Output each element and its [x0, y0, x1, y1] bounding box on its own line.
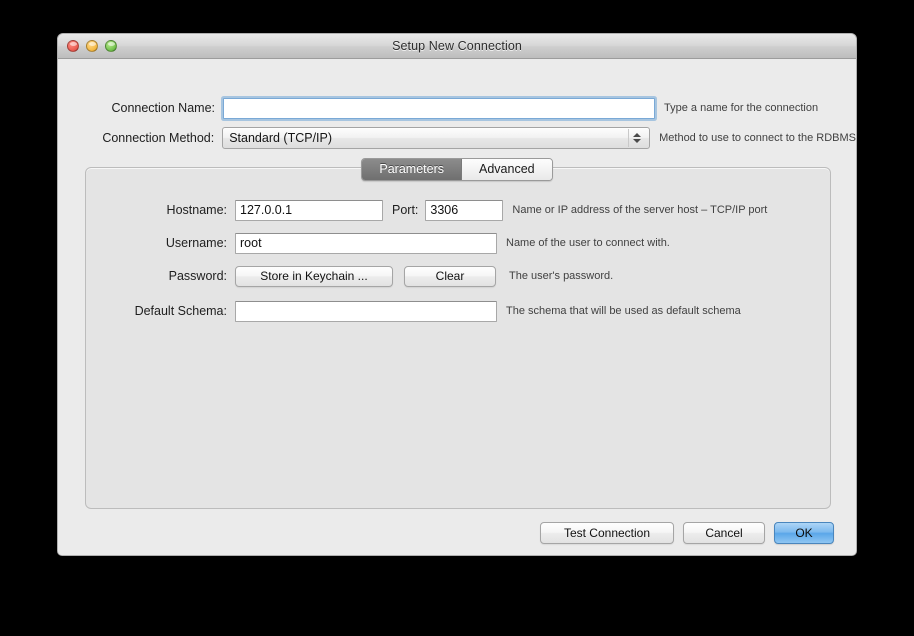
port-label: Port: [392, 203, 419, 217]
connection-name-input[interactable] [223, 97, 655, 119]
window-controls [67, 40, 117, 52]
default-schema-row: Default Schema: The schema that will be … [86, 300, 830, 322]
dialog-body: Connection Name: Type a name for the con… [58, 59, 856, 555]
parameters-panel: Hostname: Port: Name or IP address of th… [85, 167, 831, 509]
zoom-button[interactable] [105, 40, 117, 52]
minimize-button[interactable] [86, 40, 98, 52]
default-schema-label: Default Schema: [134, 304, 227, 318]
hostname-label: Hostname: [166, 203, 227, 217]
cancel-button[interactable]: Cancel [683, 522, 765, 544]
connection-name-label: Connection Name: [111, 101, 215, 115]
default-schema-input[interactable] [235, 300, 497, 322]
port-input[interactable] [425, 199, 504, 221]
hostname-input[interactable] [235, 199, 383, 221]
username-label: Username: [165, 236, 227, 250]
tab-advanced[interactable]: Advanced [462, 159, 552, 180]
hostname-hint: Name or IP address of the server host – … [512, 204, 768, 216]
password-hint: The user's password. [509, 270, 614, 282]
store-in-keychain-button[interactable]: Store in Keychain ... [235, 265, 393, 287]
connection-method-hint: Method to use to connect to the RDBMS [659, 132, 856, 144]
test-connection-button[interactable]: Test Connection [540, 522, 674, 544]
close-button[interactable] [67, 40, 79, 52]
setup-new-connection-dialog: Setup New Connection Connection Name: Ty… [57, 33, 857, 556]
tab-bar: Parameters Advanced [58, 158, 856, 181]
tab-parameters[interactable]: Parameters [362, 159, 462, 180]
username-hint: Name of the user to connect with. [506, 237, 670, 249]
connection-method-label: Connection Method: [102, 131, 215, 145]
username-input[interactable] [235, 232, 497, 254]
window-titlebar[interactable]: Setup New Connection [58, 34, 856, 59]
password-row: Password: Store in Keychain ... Clear Th… [86, 265, 830, 287]
clear-password-button[interactable]: Clear [404, 265, 496, 287]
window-title: Setup New Connection [392, 39, 522, 53]
connection-name-hint: Type a name for the connection [664, 102, 819, 114]
connection-method-value: Standard (TCP/IP) [229, 131, 333, 145]
chevron-updown-icon [628, 129, 645, 147]
default-schema-hint: The schema that will be used as default … [506, 305, 741, 317]
connection-method-row: Connection Method: Standard (TCP/IP) Met… [58, 127, 856, 149]
connection-method-select[interactable]: Standard (TCP/IP) [222, 127, 651, 149]
password-label: Password: [168, 269, 227, 283]
ok-button[interactable]: OK [774, 522, 834, 544]
username-row: Username: Name of the user to connect wi… [86, 232, 830, 254]
dialog-footer: Test Connection Cancel OK [540, 522, 834, 544]
hostname-row: Hostname: Port: Name or IP address of th… [86, 199, 830, 221]
connection-name-row: Connection Name: Type a name for the con… [58, 97, 856, 119]
